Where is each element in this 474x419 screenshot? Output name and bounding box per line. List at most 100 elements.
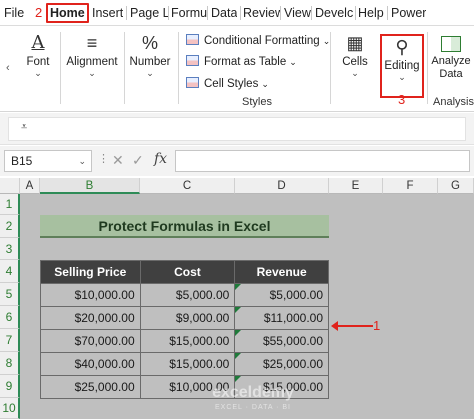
sheet-title[interactable]: Protect Formulas in Excel [40,215,329,238]
revenue-cell[interactable]: $11,000.00 [234,306,329,330]
row-header-9[interactable]: 9 [0,375,20,398]
column-header-d[interactable]: D [235,178,329,194]
revenue-value: $25,000.00 [262,357,323,371]
tab-view[interactable]: View [284,3,311,23]
selling-price-cell[interactable]: $20,000.00 [40,306,141,330]
cells-group-button[interactable]: ▦ Cells ⌄ [336,30,374,78]
row-header-3[interactable]: 3 [0,238,20,260]
cost-cell[interactable]: $15,000.00 [139,352,236,376]
formula-error-indicator [235,307,242,313]
ribbon-home: ‹ A Font ⌄ ≡ Alignment ⌄ % Number ⌄ Cond… [0,26,474,112]
selling-price-cell[interactable]: $10,000.00 [40,283,141,307]
tab-developer[interactable]: Develc [315,3,355,23]
insert-function-button[interactable]: fx [154,151,167,167]
row-header-8[interactable]: 8 [0,352,20,375]
tab-formulas[interactable]: Formu [171,3,207,23]
column-header-a[interactable]: A [20,178,40,194]
editing-label: Editing [384,60,420,72]
more-icon: ⋮ [98,153,109,165]
alignment-group-button[interactable]: ≡ Alignment ⌄ [64,30,120,78]
cells-icon: ▦ [346,33,364,53]
header-cost[interactable]: Cost [139,260,236,284]
row-header-7[interactable]: 7 [0,329,20,352]
number-group-button[interactable]: % Number ⌄ [128,30,172,78]
tab-help[interactable]: Help [358,3,384,23]
tab-divider [387,6,388,20]
ribbon-tab-bar: File 2 Home Insert Page L Formu Data Rev… [0,0,474,26]
select-all-corner[interactable] [0,178,20,194]
data-table: Selling Price Cost Revenue $10,000.00 $5… [40,260,329,399]
tab-page-layout[interactable]: Page L [130,3,168,23]
tab-data[interactable]: Data [211,3,237,23]
annotation-step-2: 2 [35,5,43,20]
group-divider [178,32,179,104]
annotation-step-3: 3 [398,92,406,107]
chevron-down-icon: ⌄ [289,57,297,67]
formula-input[interactable] [175,150,470,172]
revenue-cell[interactable]: $55,000.00 [234,329,329,353]
table-row: $10,000.00 $5,000.00 $5,000.00 [40,283,329,307]
chevron-down-icon[interactable]: ⌄ [78,151,86,171]
selling-price-cell[interactable]: $70,000.00 [40,329,141,353]
chevron-down-icon: ⌄ [88,68,96,78]
column-header-c[interactable]: C [140,178,235,194]
tab-power[interactable]: Power [391,3,426,23]
row-header-5[interactable]: 5 [0,283,20,306]
customize-toolbar-icon[interactable]: ⩡ [21,121,27,134]
tab-divider [311,6,312,20]
selling-price-cell[interactable]: $40,000.00 [40,352,141,376]
row-header-6[interactable]: 6 [0,306,20,329]
group-divider [124,32,125,104]
watermark-logo: exceldemy EXCEL · DATA · BI [178,385,328,415]
annotation-step-1: 1 [373,318,381,333]
column-header-f[interactable]: F [383,178,438,194]
conditional-formatting-label: Conditional Formatting [204,35,320,47]
font-label: Font [26,56,50,68]
tab-insert[interactable]: Insert [92,3,123,23]
chevron-down-icon: ⌄ [261,79,269,89]
cost-cell[interactable]: $15,000.00 [139,329,236,353]
cost-cell[interactable]: $5,000.00 [139,283,236,307]
column-header-e[interactable]: E [329,178,383,194]
analyze-data-label-line1: Analyze [431,55,471,67]
tab-divider [355,6,356,20]
cancel-icon[interactable]: ✕ [112,152,124,169]
row-header-10[interactable]: 10 [0,398,20,419]
group-divider [60,32,61,104]
ribbon-scroll-left-icon[interactable]: ‹ [6,62,10,74]
formula-error-indicator [235,376,242,382]
formula-error-indicator [235,284,242,290]
enter-icon[interactable]: ✓ [132,152,144,169]
header-revenue[interactable]: Revenue [234,260,329,284]
column-header-b[interactable]: B [40,178,140,194]
cell-styles-button[interactable]: Cell Styles ⌄ [186,74,269,94]
row-header-4[interactable]: 4 [0,260,20,283]
font-group-button[interactable]: A Font ⌄ [20,30,56,78]
table-header-row: Selling Price Cost Revenue [40,260,329,284]
conditional-formatting-button[interactable]: Conditional Formatting ⌄ [186,31,330,51]
format-as-table-button[interactable]: Format as Table ⌄ [186,52,297,72]
search-icon: ⚲ [395,37,409,57]
number-label: Number [129,56,171,68]
worksheet-grid[interactable]: A B C D E F G 1 2 3 4 5 6 7 8 9 10 Prote… [0,178,474,419]
editing-group-button[interactable]: ⚲ Editing ⌄ [382,34,422,82]
format-as-table-icon [186,55,199,66]
tab-divider [168,6,169,20]
revenue-cell[interactable]: $25,000.00 [234,352,329,376]
tab-divider [207,6,208,20]
alignment-icon: ≡ [86,33,98,53]
row-header-2[interactable]: 2 [0,215,20,238]
header-selling-price[interactable]: Selling Price [40,260,141,284]
cost-cell[interactable]: $9,000.00 [139,306,236,330]
tab-file[interactable]: File [4,3,24,23]
row-header-1[interactable]: 1 [0,194,20,215]
chevron-down-icon: ⌄ [146,68,154,78]
analyze-data-button[interactable]: Analyze Data [428,34,474,81]
name-box[interactable]: B15 ⌄ [4,150,92,172]
tab-review[interactable]: Review [243,3,280,23]
selling-price-cell[interactable]: $25,000.00 [40,375,141,399]
tab-home[interactable]: Home [46,3,89,23]
revenue-value: $11,000.00 [263,311,323,325]
revenue-cell[interactable]: $5,000.00 [234,283,329,307]
column-header-g[interactable]: G [438,178,474,194]
